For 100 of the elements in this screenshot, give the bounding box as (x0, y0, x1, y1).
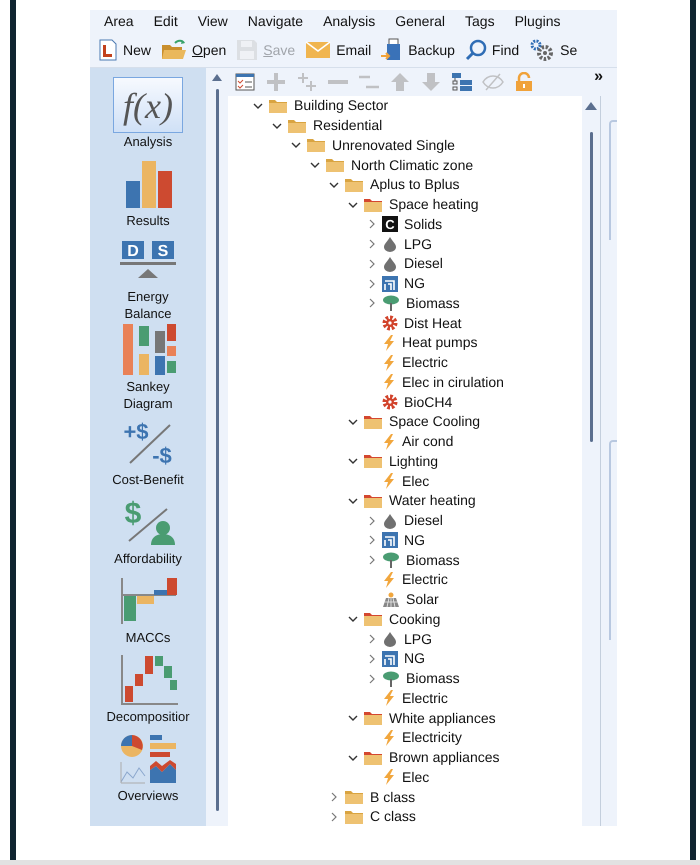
tree-item[interactable]: Electricity (382, 727, 462, 748)
sidebar-item[interactable]: Results (93, 153, 203, 232)
chevron-right-icon[interactable] (369, 516, 375, 526)
tree-item[interactable]: NG (382, 530, 425, 551)
tree-item[interactable]: Dist Heat (382, 312, 462, 334)
toolbar-button[interactable]: Find (464, 35, 520, 65)
sidebar-item[interactable]: MACCs (93, 570, 203, 649)
scrollbar[interactable] (216, 89, 218, 811)
chevron-right-icon[interactable] (369, 219, 375, 230)
chevron-down-icon[interactable] (348, 498, 358, 504)
menu-item[interactable]: Plugins (504, 10, 571, 33)
chevron-down-icon[interactable] (348, 418, 358, 425)
scroll-up-icon[interactable] (212, 74, 222, 81)
solar-panel-icon (382, 592, 400, 608)
menu-item[interactable]: General (385, 10, 456, 33)
sidebar-item[interactable]: f(x) Analysis (93, 74, 203, 153)
toolbar-button[interactable]: Email (305, 35, 372, 65)
folder-icon (287, 118, 307, 134)
tree-item[interactable]: Biomass (382, 550, 460, 571)
chevron-right-icon[interactable] (331, 812, 337, 822)
sidebar-item[interactable]: D S Energy Balance (93, 232, 203, 322)
chevron-right-icon[interactable] (331, 792, 337, 802)
chevron-down-icon[interactable] (348, 616, 358, 622)
tree-item[interactable]: North Climatic zone (325, 154, 474, 176)
sidebar-item[interactable]: Sankey Diagram (93, 322, 203, 412)
tree-item[interactable]: Space Cooling (363, 411, 480, 432)
tree-item[interactable]: Diesel (382, 253, 443, 274)
toolbar-button[interactable]: Open (161, 35, 226, 65)
tree-toolbar-button[interactable] (449, 70, 474, 94)
tree-item[interactable]: Heat pumps (382, 332, 478, 354)
menu-item[interactable]: View (188, 10, 238, 33)
chevron-down-icon[interactable] (253, 102, 263, 109)
tree-item[interactable]: White appliances (363, 708, 496, 729)
chevron-right-icon[interactable] (369, 674, 375, 684)
toolbar-button[interactable]: New (98, 35, 152, 65)
toolbar-button[interactable]: Backup (381, 35, 455, 65)
tree-item[interactable]: Elec (382, 766, 430, 788)
chevron-down-icon[interactable] (348, 202, 358, 208)
chevron-down-icon[interactable] (329, 182, 339, 188)
tree-item[interactable]: C class (344, 806, 416, 826)
tree-item[interactable]: LPG (382, 234, 432, 255)
chevron-down-icon[interactable] (310, 162, 320, 168)
tree-item[interactable]: Unrenovated Single (306, 134, 455, 156)
chevron-down-icon[interactable] (348, 715, 358, 722)
tree-item[interactable]: C Solids (382, 214, 442, 235)
tree-item[interactable]: Elec (382, 470, 430, 492)
chevron-right-icon[interactable] (369, 239, 375, 250)
chevron-down-icon[interactable] (291, 142, 301, 148)
tree-item[interactable]: Lighting (363, 450, 438, 472)
chevron-right-icon[interactable] (369, 278, 375, 289)
folder-icon (363, 492, 383, 509)
tree-item[interactable]: Electric (382, 688, 448, 709)
tree-item[interactable]: Biomass (382, 292, 460, 314)
lightning-icon (382, 354, 396, 371)
chevron-right-icon[interactable] (369, 258, 375, 269)
chevron-right-icon[interactable] (369, 634, 375, 644)
lightning-icon (382, 769, 396, 786)
tree-item[interactable]: NG (382, 648, 425, 670)
tree-item[interactable]: Biomass (382, 668, 460, 690)
tree-item[interactable]: Space heating (363, 194, 479, 216)
sidebar-item[interactable]: Decompositior (93, 649, 203, 728)
tree-item[interactable]: Electric (382, 569, 448, 590)
menu-item[interactable]: Tags (455, 10, 505, 33)
tree-icon (382, 552, 400, 568)
sidebar-item[interactable]: Overviews (93, 728, 203, 807)
tree-item[interactable]: Elec in cirulation (382, 372, 504, 393)
chevron-right-icon[interactable] (369, 555, 375, 566)
folder-icon (306, 137, 326, 154)
tree-item[interactable]: Air cond (382, 431, 454, 452)
chevron-right-icon[interactable] (369, 535, 375, 546)
scrollbar[interactable] (590, 132, 592, 442)
tree-item[interactable]: NG (382, 273, 425, 294)
menu-item[interactable]: Navigate (238, 10, 314, 33)
chevron-down-icon[interactable] (272, 122, 282, 129)
folder-icon (344, 176, 364, 193)
tree-item[interactable]: Building Sector (268, 95, 388, 116)
chevron-down-icon[interactable] (348, 458, 358, 464)
tree-item[interactable]: Electric (382, 352, 448, 374)
toolbar-button[interactable]: Se (529, 35, 578, 65)
sidebar-item[interactable]: +$ -$ Cost-Benefit (93, 412, 203, 491)
tree-item[interactable]: Brown appliances (363, 747, 500, 768)
menu-item[interactable]: Area (94, 10, 144, 33)
menu-item[interactable]: Analysis (313, 10, 386, 33)
tree-item[interactable]: BioCH4 (382, 392, 452, 413)
tree-item[interactable]: LPG (382, 628, 432, 650)
tree-item[interactable]: Diesel (382, 510, 443, 532)
tree-item[interactable]: B class (344, 786, 416, 808)
overflow-button[interactable]: » (594, 68, 603, 86)
tree-item[interactable]: Cooking (363, 608, 440, 630)
menu-item[interactable]: Edit (144, 10, 188, 33)
tree-item[interactable]: Water heating (363, 490, 476, 512)
scroll-up-icon[interactable] (585, 102, 597, 110)
chevron-down-icon[interactable] (348, 754, 358, 761)
folder-icon (325, 157, 345, 174)
chevron-right-icon[interactable] (369, 298, 375, 308)
tree-item[interactable]: Solar (382, 589, 439, 610)
tree-item[interactable]: Residential (287, 115, 382, 136)
sidebar-item[interactable]: $ Affordability (93, 491, 203, 570)
chevron-right-icon[interactable] (369, 654, 375, 664)
tree-item[interactable]: Aplus to Bplus (344, 174, 460, 196)
